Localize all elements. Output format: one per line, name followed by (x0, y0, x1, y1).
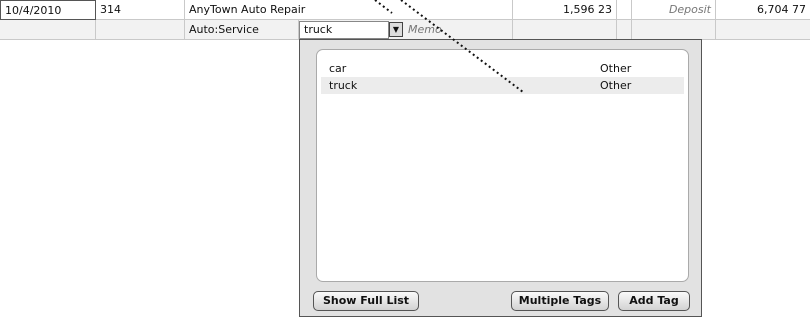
callout-line (400, 0, 524, 93)
callout-leader-lines (374, 0, 524, 93)
callout-line (374, 0, 393, 14)
